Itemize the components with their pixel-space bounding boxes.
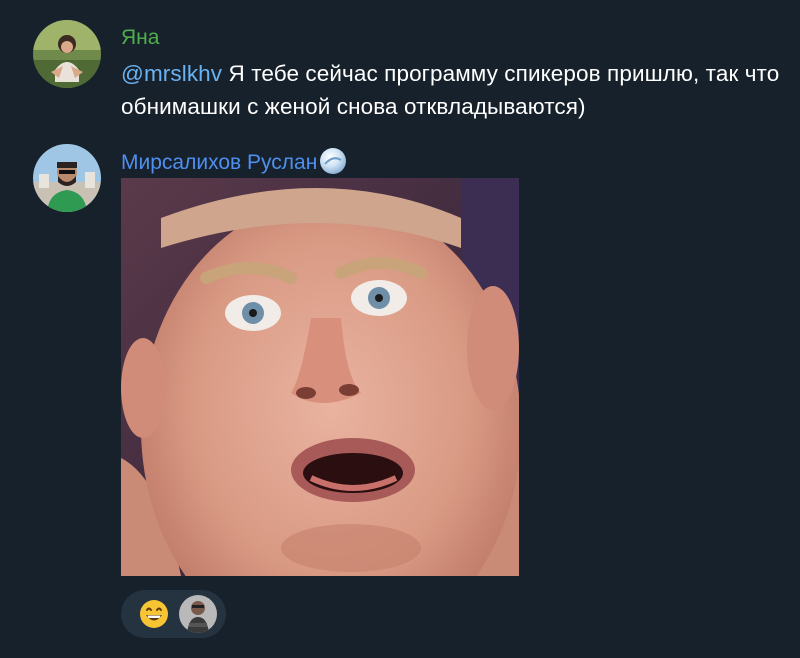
grinning-face-icon (140, 600, 168, 628)
mention-link[interactable]: @mrslkhv (121, 61, 222, 86)
avatar-yana[interactable] (33, 20, 101, 88)
sender-name-text: Мирсалихов Руслан (121, 151, 318, 174)
premium-star-icon (320, 148, 347, 174)
sender-name[interactable]: Мирсалихов Руслан (121, 147, 347, 176)
photo-attachment[interactable] (121, 178, 519, 576)
reactor-avatar (179, 595, 217, 633)
avatar-yana-photo (33, 20, 101, 88)
photo-image (121, 178, 519, 576)
sender-name[interactable]: Яна (121, 25, 159, 51)
reaction-chip[interactable] (121, 590, 226, 638)
avatar-ruslan-photo (33, 144, 101, 212)
avatar-ruslan[interactable] (33, 144, 101, 212)
message-text: @mrslkhv Я тебе сейчас программу спикеро… (121, 57, 791, 123)
chat-history: Яна @mrslkhv Я тебе сейчас программу спи… (0, 0, 800, 658)
